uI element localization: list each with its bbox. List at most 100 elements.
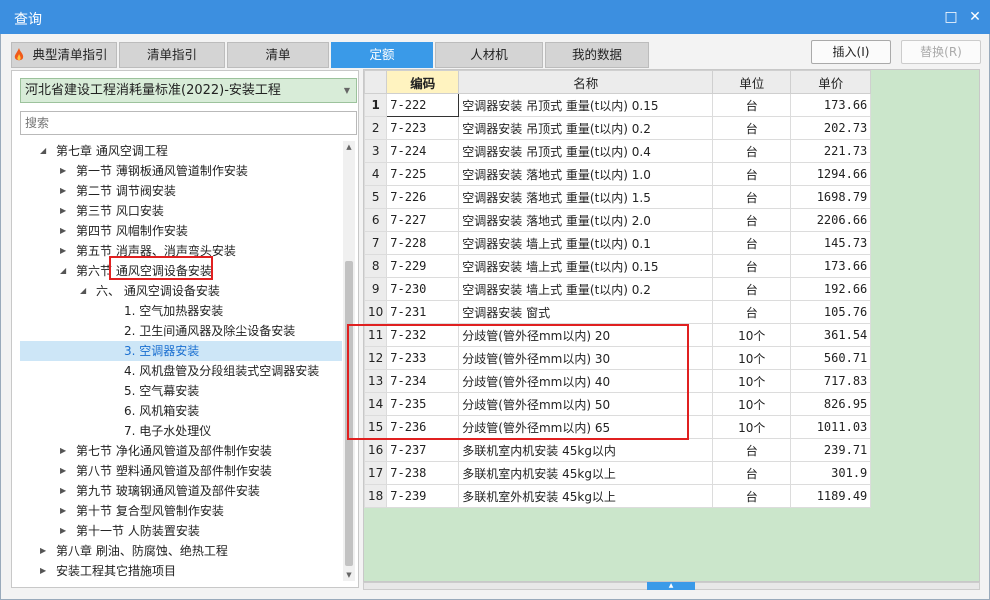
collapsed-arrow-icon[interactable]: ▶ <box>40 541 50 561</box>
cell-price[interactable]: 1294.66 <box>790 162 872 186</box>
cell-code[interactable]: 7-227 <box>386 208 460 232</box>
table-row[interactable]: 1 7-222 空调器安装 吊顶式 重量(t以内) 0.15 台 173.66 <box>364 93 872 117</box>
tree-node[interactable]: ▶ 第十一节 人防装置安装 <box>20 521 342 541</box>
cell-code[interactable]: 7-228 <box>386 231 460 255</box>
cell-price[interactable]: 173.66 <box>790 93 872 117</box>
cell-num[interactable]: 2 <box>364 116 388 140</box>
tree-node[interactable]: ▶ 第八节 塑料通风管道及部件制作安装 <box>20 461 342 481</box>
tree-node[interactable]: ▶ 第十节 复合型风管制作安装 <box>20 501 342 521</box>
tab-list-guide[interactable]: 清单指引 <box>119 42 225 68</box>
table-row[interactable]: 8 7-229 空调器安装 墙上式 重量(t以内) 0.15 台 173.66 <box>364 254 872 278</box>
cell-unit[interactable]: 10个 <box>712 369 792 393</box>
close-icon[interactable]: ✕ <box>966 8 984 26</box>
cell-price[interactable]: 105.76 <box>790 300 872 324</box>
expanded-arrow-icon[interactable]: ◢ <box>40 141 50 161</box>
cell-price[interactable]: 1189.49 <box>790 484 872 508</box>
cell-unit[interactable]: 台 <box>712 231 792 255</box>
cell-price[interactable]: 301.9 <box>790 461 872 485</box>
tab-typical-guide[interactable]: 典型清单指引 <box>11 42 117 68</box>
collapsed-arrow-icon[interactable]: ▶ <box>60 241 70 261</box>
cell-name[interactable]: 多联机室外机安装 45kg以上 <box>458 484 714 508</box>
cell-name[interactable]: 多联机室内机安装 45kg以上 <box>458 461 714 485</box>
table-row[interactable]: 17 7-238 多联机室内机安装 45kg以上台 301.9 <box>364 461 872 485</box>
table-row[interactable]: 3 7-224 空调器安装 吊顶式 重量(t以内) 0.4 台 221.73 <box>364 139 872 163</box>
table-row[interactable]: 2 7-223 空调器安装 吊顶式 重量(t以内) 0.2 台 202.73 <box>364 116 872 140</box>
table-row[interactable]: 9 7-230 空调器安装 墙上式 重量(t以内) 0.2 台 192.66 <box>364 277 872 301</box>
tree-node[interactable]: 5. 空气幕安装 <box>20 381 342 401</box>
replace-button[interactable]: 替换(R) <box>901 40 981 64</box>
tree-node[interactable]: ▶ 第二节 调节阀安装 <box>20 181 342 201</box>
collapsed-arrow-icon[interactable]: ▶ <box>60 441 70 461</box>
standard-select[interactable]: 河北省建设工程消耗量标准(2022)-安装工程 ▼ <box>20 78 357 103</box>
tree-node[interactable]: ◢ 六、 通风空调设备安装 <box>20 281 342 301</box>
cell-num[interactable]: 1 <box>364 93 388 117</box>
cell-unit[interactable]: 10个 <box>712 392 792 416</box>
scroll-up-icon[interactable]: ▲ <box>343 141 355 153</box>
cell-price[interactable]: 560.71 <box>790 346 872 370</box>
collapsed-arrow-icon[interactable]: ▶ <box>60 181 70 201</box>
cell-code[interactable]: 7-222 <box>386 93 460 117</box>
cell-name[interactable]: 空调器安装 墙上式 重量(t以内) 0.2 <box>458 277 714 301</box>
cell-unit[interactable]: 台 <box>712 185 792 209</box>
tree-node[interactable]: 7. 电子水处理仪 <box>20 421 342 441</box>
table-row[interactable]: 5 7-226 空调器安装 落地式 重量(t以内) 1.5 台 1698.79 <box>364 185 872 209</box>
cell-unit[interactable]: 台 <box>712 438 792 462</box>
table-row[interactable]: 6 7-227 空调器安装 落地式 重量(t以内) 2.0 台 2206.66 <box>364 208 872 232</box>
tree-node[interactable]: ▶ 第七节 净化通风管道及部件制作安装 <box>20 441 342 461</box>
cell-price[interactable]: 1698.79 <box>790 185 872 209</box>
collapsed-arrow-icon[interactable]: ▶ <box>60 481 70 501</box>
cell-num[interactable]: 8 <box>364 254 388 278</box>
cell-name[interactable]: 空调器安装 吊顶式 重量(t以内) 0.2 <box>458 116 714 140</box>
tree-node[interactable]: 1. 空气加热器安装 <box>20 301 342 321</box>
column-header[interactable]: 名称 <box>458 70 714 94</box>
cell-unit[interactable]: 台 <box>712 208 792 232</box>
tree-node[interactable]: 4. 风机盘管及分段组装式空调器安装 <box>20 361 342 381</box>
cell-unit[interactable]: 台 <box>712 254 792 278</box>
maximize-icon[interactable]: □ <box>942 8 960 26</box>
cell-price[interactable]: 221.73 <box>790 139 872 163</box>
cell-num[interactable]: 4 <box>364 162 388 186</box>
cell-code[interactable]: 7-230 <box>386 277 460 301</box>
expanded-arrow-icon[interactable]: ◢ <box>80 281 90 301</box>
table-row[interactable]: 4 7-225 空调器安装 落地式 重量(t以内) 1.0 台 1294.66 <box>364 162 872 186</box>
collapsed-arrow-icon[interactable]: ▶ <box>60 501 70 521</box>
cell-name[interactable]: 空调器安装 窗式 <box>458 300 714 324</box>
tree-node[interactable]: ▶ 第一节 薄钢板通风管道制作安装 <box>20 161 342 181</box>
cell-unit[interactable]: 台 <box>712 93 792 117</box>
cell-name[interactable]: 空调器安装 落地式 重量(t以内) 2.0 <box>458 208 714 232</box>
tree-node[interactable]: ▶ 安装工程其它措施项目 <box>20 561 342 581</box>
tree-node[interactable]: 3. 空调器安装 <box>20 341 342 361</box>
cell-name[interactable]: 空调器安装 吊顶式 重量(t以内) 0.4 <box>458 139 714 163</box>
cell-price[interactable]: 717.83 <box>790 369 872 393</box>
cell-code[interactable]: 7-226 <box>386 185 460 209</box>
search-input[interactable] <box>20 111 357 135</box>
tree-node[interactable]: ◢ 第七章 通风空调工程 <box>20 141 342 161</box>
cell-price[interactable]: 145.73 <box>790 231 872 255</box>
cell-price[interactable]: 1011.03 <box>790 415 872 439</box>
cell-unit[interactable]: 台 <box>712 277 792 301</box>
table-row[interactable]: 18 7-239 多联机室外机安装 45kg以上台 1189.49 <box>364 484 872 508</box>
cell-code[interactable]: 7-239 <box>386 484 460 508</box>
table-row[interactable]: 16 7-237 多联机室内机安装 45kg以内台 239.71 <box>364 438 872 462</box>
cell-code[interactable]: 7-237 <box>386 438 460 462</box>
collapsed-arrow-icon[interactable]: ▶ <box>60 521 70 541</box>
cell-unit[interactable]: 台 <box>712 300 792 324</box>
cell-code[interactable]: 7-238 <box>386 461 460 485</box>
collapsed-arrow-icon[interactable]: ▶ <box>60 461 70 481</box>
cell-name[interactable]: 空调器安装 落地式 重量(t以内) 1.0 <box>458 162 714 186</box>
cell-num[interactable]: 6 <box>364 208 388 232</box>
table-row[interactable]: 7 7-228 空调器安装 墙上式 重量(t以内) 0.1 台 145.73 <box>364 231 872 255</box>
cell-num[interactable]: 10 <box>364 300 388 324</box>
cell-num[interactable]: 16 <box>364 438 388 462</box>
cell-name[interactable]: 空调器安装 吊顶式 重量(t以内) 0.15 <box>458 93 714 117</box>
cell-price[interactable]: 192.66 <box>790 277 872 301</box>
cell-name[interactable]: 空调器安装 墙上式 重量(t以内) 0.1 <box>458 231 714 255</box>
cell-price[interactable]: 826.95 <box>790 392 872 416</box>
cell-name[interactable]: 空调器安装 墙上式 重量(t以内) 0.15 <box>458 254 714 278</box>
cell-unit[interactable]: 10个 <box>712 323 792 347</box>
scroll-grip-icon[interactable]: ▲ <box>647 582 695 590</box>
cell-unit[interactable]: 台 <box>712 461 792 485</box>
tab-materials[interactable]: 人材机 <box>435 42 543 68</box>
cell-unit[interactable]: 台 <box>712 484 792 508</box>
insert-button[interactable]: 插入(I) <box>811 40 891 64</box>
